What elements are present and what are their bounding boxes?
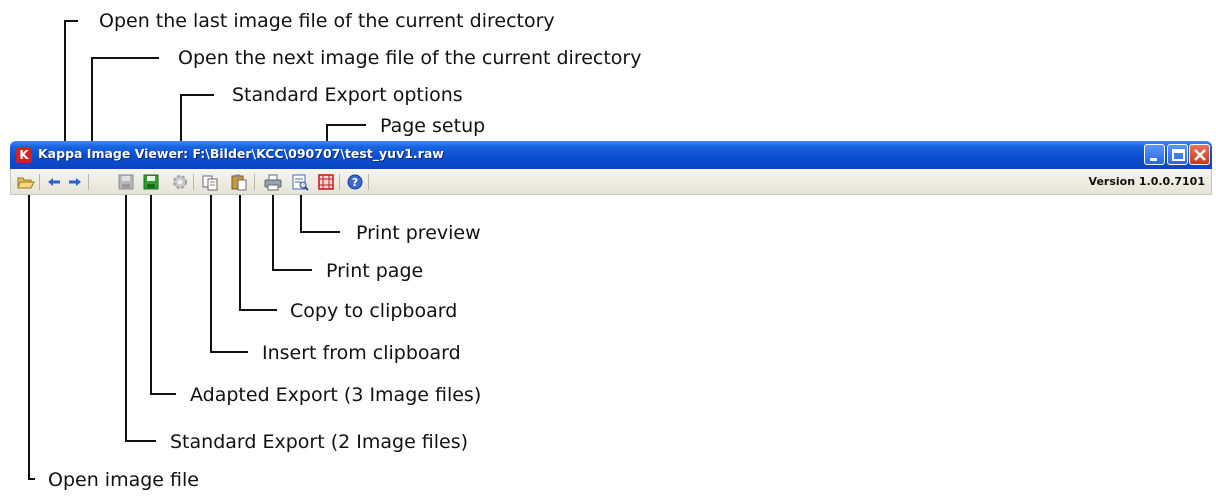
minimize-button[interactable] [1144,144,1165,165]
save-green-icon [143,174,159,190]
toolbar: ? Version 1.0.0.7101 [10,169,1212,195]
leader-open-image-v [28,193,30,480]
window-title: Kappa Image Viewer: F:\Bilder\KCC\090707… [38,146,444,161]
leader-last-image-h [64,20,78,22]
leader-next-image-h [91,57,159,59]
print-preview-button[interactable] [291,173,309,191]
leader-print-preview-v [300,193,302,233]
save-disabled-icon [118,174,134,190]
folder-open-icon [17,177,35,189]
callout-next-image: Open the next image file of the current … [178,47,642,69]
close-icon [1194,149,1206,161]
page-setup-button[interactable] [317,173,335,191]
help-icon: ? [347,174,363,190]
help-button[interactable]: ? [346,173,364,191]
next-image-button[interactable] [66,173,84,191]
toolbar-separator [39,174,40,190]
leader-export-options-h [180,94,214,96]
leader-insert-clipboard-v [210,193,212,353]
callout-last-image: Open the last image file of the current … [99,10,555,32]
callout-adapted-export: Adapted Export (3 Image files) [190,384,482,406]
toolbar-separator [88,174,89,190]
printer-icon [264,174,282,191]
leader-standard-export-h [125,440,156,442]
minimize-icon [1150,158,1157,161]
arrow-left-icon [48,178,60,186]
insert-clipboard-button[interactable] [201,173,219,191]
toolbar-separator [254,174,255,190]
page-setup-icon [318,174,334,190]
leader-print-page-h [272,269,312,271]
leader-insert-clipboard-h [210,351,248,353]
callout-page-setup: Page setup [380,115,486,137]
last-image-button[interactable] [45,173,63,191]
close-button[interactable] [1189,144,1210,165]
export-options-button[interactable] [171,173,189,191]
leader-print-page-v [272,193,274,271]
window-titlebar[interactable]: K Kappa Image Viewer: F:\Bilder\KCC\0907… [10,141,1212,169]
callout-open-image: Open image file [48,469,199,491]
clipboard-icon [231,174,247,191]
leader-print-preview-h [300,231,340,233]
gear-icon [173,175,187,189]
toolbar-separator [193,174,194,190]
leader-copy-clipboard-v [239,193,241,311]
print-page-button[interactable] [264,173,282,191]
adapted-export-button[interactable] [142,173,160,191]
callout-insert-clipboard: Insert from clipboard [262,342,461,364]
copy-clipboard-button[interactable] [230,173,248,191]
callout-export-options: Standard Export options [232,84,463,106]
app-icon[interactable]: K [16,147,32,163]
toolbar-separator [368,174,369,190]
toolbar-separator [339,174,340,190]
print-preview-icon [292,174,309,191]
version-label: Version 1.0.0.7101 [1088,175,1205,188]
callout-copy-clipboard: Copy to clipboard [290,300,458,322]
leader-standard-export-v [125,193,127,442]
leader-adapted-export-v [150,193,152,395]
leader-open-image-h [28,478,35,480]
callout-standard-export: Standard Export (2 Image files) [170,431,469,453]
maximize-button[interactable] [1167,144,1188,165]
svg-text:?: ? [352,176,358,189]
callout-print-preview: Print preview [356,222,481,244]
arrow-right-icon [69,178,81,186]
callout-print-page: Print page [326,260,424,282]
leader-adapted-export-h [150,393,176,395]
maximize-icon [1172,149,1185,161]
paste-icon [202,175,218,191]
leader-page-setup-h [326,124,366,126]
open-image-button[interactable] [17,173,35,191]
leader-copy-clipboard-h [239,309,277,311]
standard-export-button[interactable] [117,173,135,191]
